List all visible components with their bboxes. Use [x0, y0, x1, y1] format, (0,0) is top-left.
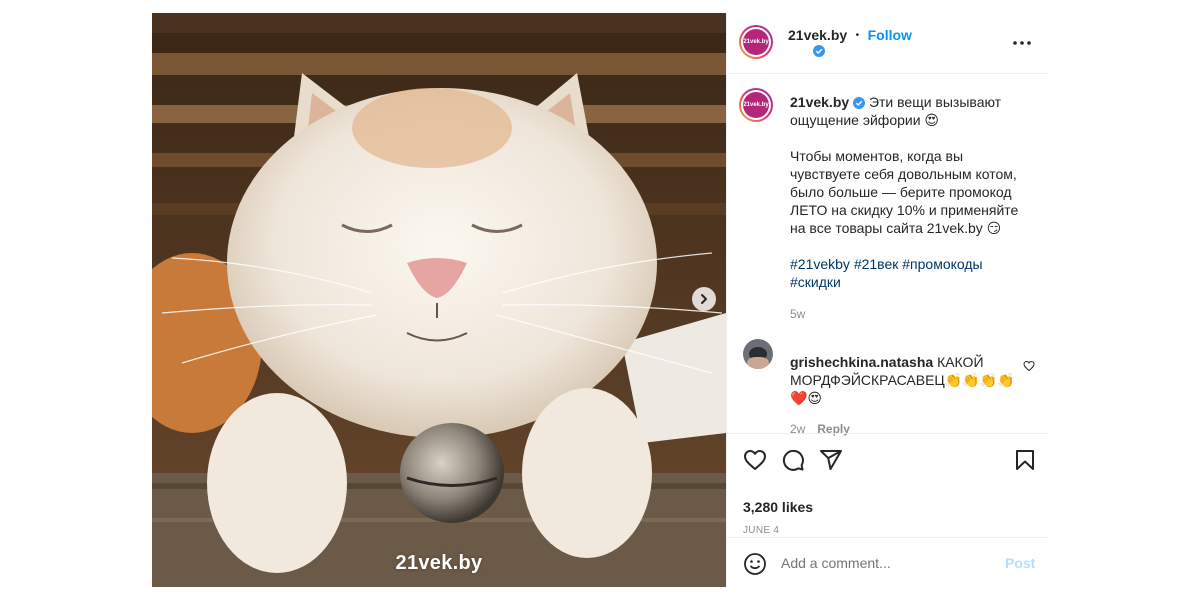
post-image[interactable]: 21vek.by	[152, 13, 726, 587]
more-icon	[1013, 41, 1031, 45]
cat-photo	[152, 13, 726, 587]
post-actions: 3,280 likes JUNE 4	[727, 433, 1049, 538]
emoji-icon	[744, 553, 766, 575]
comment-like-button[interactable]	[1023, 359, 1035, 372]
commenter-avatar[interactable]	[743, 339, 773, 369]
comment-line-2: МОРДФЭЙСКРАСАВЕЦ👏👏👏👏	[790, 372, 1015, 388]
comment-line-1: КАКОЙ	[937, 354, 984, 370]
save-button[interactable]	[1013, 448, 1037, 477]
caption-para-line-2: чувствуете себя довольным котом,	[790, 166, 1017, 182]
verified-icon	[813, 45, 825, 57]
caption-username[interactable]: 21vek.by	[790, 94, 849, 110]
next-image-button[interactable]	[692, 287, 716, 311]
likes-count[interactable]: 3,280 likes	[743, 499, 813, 515]
comments-section: 21vek.by 21vek.by Эти вещи вызывают ощущ…	[727, 75, 1049, 436]
post-side-panel: 21vek.by 21vek.by • Follow 21vek.by 21ve…	[726, 13, 1049, 588]
verified-icon	[853, 97, 866, 110]
caption-para-line-1: Чтобы моментов, когда вы	[790, 148, 964, 164]
brand-watermark: 21vek.by	[395, 552, 483, 574]
separator-dot: •	[855, 30, 860, 42]
share-icon	[820, 450, 842, 470]
chevron-right-icon	[701, 294, 707, 304]
comment-icon	[782, 449, 804, 471]
follow-button[interactable]: Follow	[868, 27, 912, 43]
share-button[interactable]	[819, 448, 843, 477]
post-header: 21vek.by 21vek.by • Follow	[727, 13, 1049, 74]
bookmark-icon	[1016, 450, 1034, 470]
comment-username[interactable]: grishechkina.natasha	[790, 354, 933, 370]
add-comment-bar: Post	[727, 537, 1049, 588]
caption-time[interactable]: 5w	[790, 305, 1040, 323]
comment-text: grishechkina.natasha КАКОЙ МОРДФЭЙСКРАСА…	[790, 353, 1015, 438]
caption-text: 21vek.by Эти вещи вызывают ощущение эйфо…	[790, 93, 1040, 323]
comment-button[interactable]	[781, 448, 805, 477]
header-user-line: 21vek.by • Follow	[788, 27, 912, 45]
emoji-button[interactable]	[743, 552, 767, 581]
hashtags-line-1[interactable]: #21vekby #21век #промокоды	[790, 255, 1040, 273]
header-username[interactable]: 21vek.by	[788, 27, 847, 43]
more-options-button[interactable]	[1010, 33, 1034, 53]
instagram-post: 21vek.by 21vek.by 21vek.by • Follow 21ve…	[152, 13, 1049, 588]
caption-para-line-4: ЛЕТО на скидку 10% и применяйте	[790, 202, 1019, 218]
hashtags-line-2[interactable]: #скидки	[790, 273, 1040, 291]
heart-icon	[744, 450, 766, 470]
like-button[interactable]	[743, 448, 767, 477]
caption-line-2: ощущение эйфории 😍	[790, 112, 940, 128]
post-date[interactable]: JUNE 4	[743, 525, 779, 536]
post-comment-button[interactable]: Post	[1005, 555, 1035, 571]
caption-para-line-3: было больше — берите промокод	[790, 184, 1012, 200]
comment-line-3: ❤️😍	[790, 390, 823, 406]
caption-line-1: Эти вещи вызывают	[868, 94, 1002, 110]
caption-avatar[interactable]: 21vek.by	[739, 88, 773, 122]
comment-input[interactable]	[781, 552, 991, 574]
small-heart-icon	[1023, 360, 1035, 372]
caption-para-line-5: на все товары сайта 21vek.by 😏	[790, 220, 1002, 236]
avatar[interactable]: 21vek.by	[739, 25, 773, 59]
